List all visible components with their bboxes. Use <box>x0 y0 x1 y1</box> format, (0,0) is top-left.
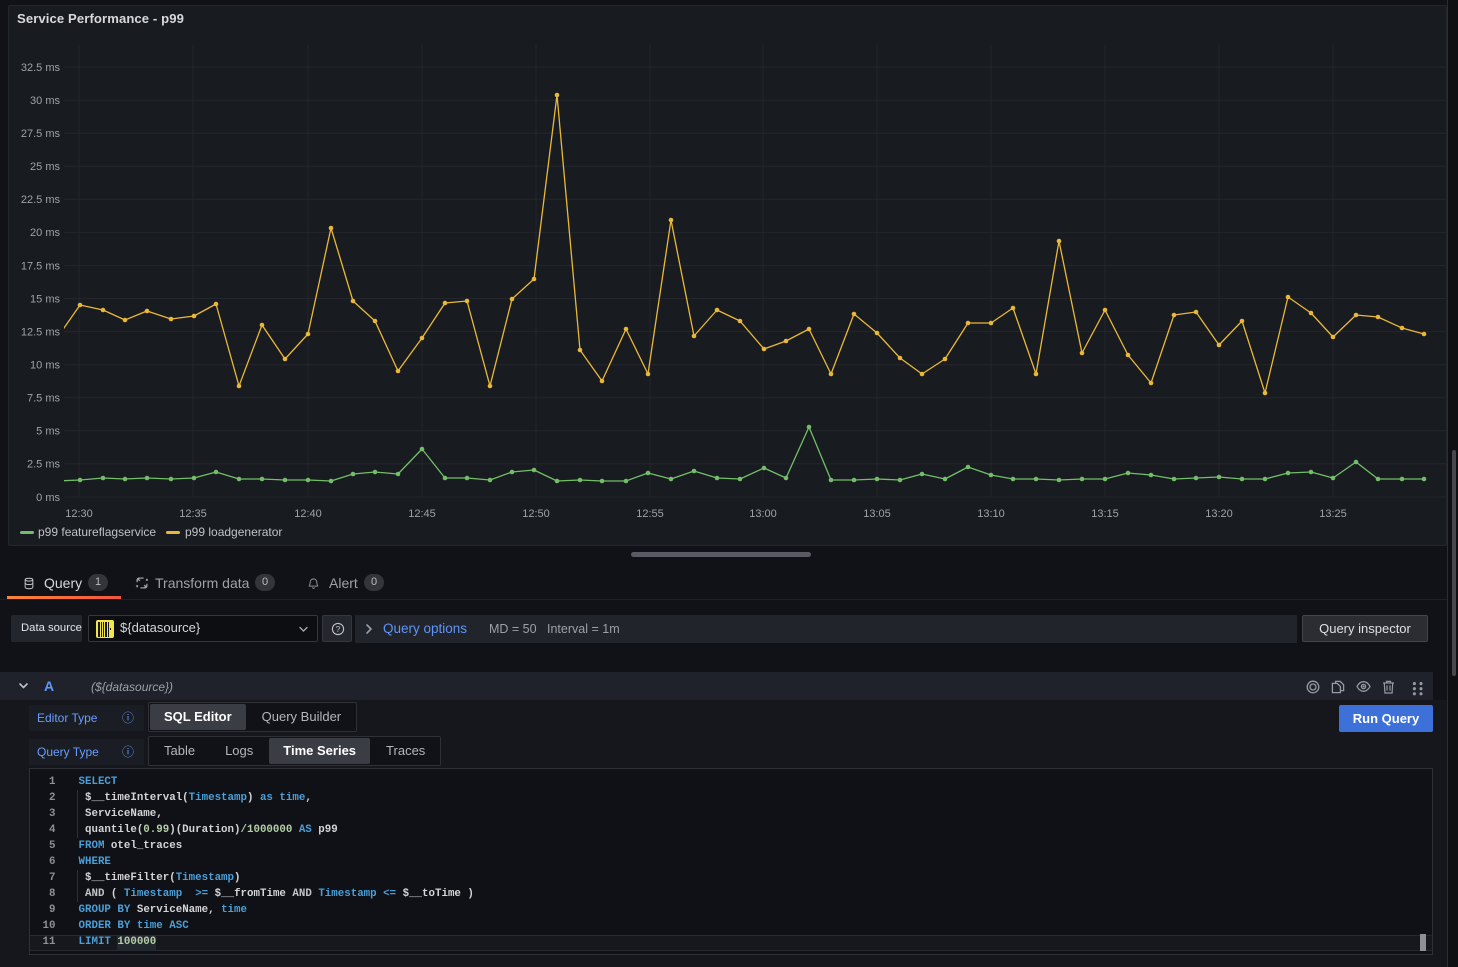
svg-text:32.5 ms: 32.5 ms <box>21 62 61 74</box>
svg-text:22.5 ms: 22.5 ms <box>21 194 61 206</box>
svg-text:12.5 ms: 12.5 ms <box>21 326 61 338</box>
svg-text:17.5 ms: 17.5 ms <box>21 260 61 272</box>
svg-text:?: ? <box>336 624 341 634</box>
svg-text:12:40: 12:40 <box>294 508 322 520</box>
svg-text:30 ms: 30 ms <box>30 95 60 107</box>
svg-text:25 ms: 25 ms <box>30 161 60 173</box>
svg-text:13:25: 13:25 <box>1319 508 1347 520</box>
svg-text:20 ms: 20 ms <box>30 227 60 239</box>
svg-text:12:50: 12:50 <box>522 508 550 520</box>
svg-text:13:00: 13:00 <box>749 508 777 520</box>
svg-text:0 ms: 0 ms <box>36 492 60 504</box>
svg-text:12:30: 12:30 <box>65 508 93 520</box>
svg-text:13:20: 13:20 <box>1205 508 1233 520</box>
svg-text:5 ms: 5 ms <box>36 426 60 438</box>
svg-text:13:15: 13:15 <box>1091 508 1119 520</box>
svg-text:12:55: 12:55 <box>636 508 664 520</box>
svg-text:13:05: 13:05 <box>863 508 891 520</box>
svg-text:12:35: 12:35 <box>179 508 207 520</box>
svg-text:2.5 ms: 2.5 ms <box>27 459 61 471</box>
svg-text:10 ms: 10 ms <box>30 360 60 372</box>
svg-text:15 ms: 15 ms <box>30 293 60 305</box>
svg-text:27.5 ms: 27.5 ms <box>21 128 61 140</box>
svg-text:12:45: 12:45 <box>408 508 436 520</box>
svg-text:13:10: 13:10 <box>977 508 1005 520</box>
svg-text:7.5 ms: 7.5 ms <box>27 393 61 405</box>
